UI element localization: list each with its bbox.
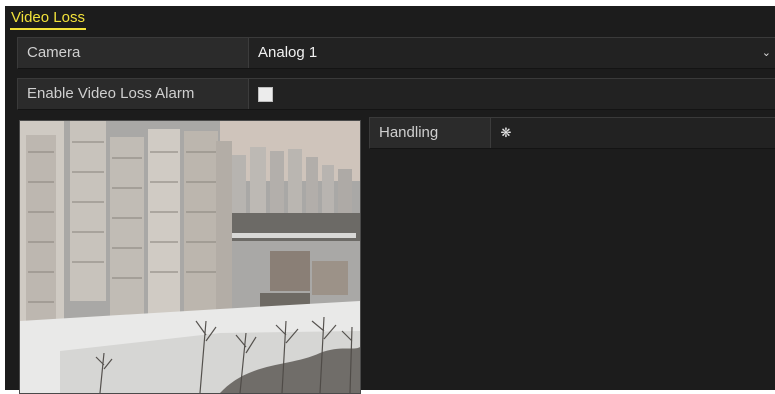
enable-alarm-field [248,79,775,109]
camera-row: Camera Analog 1 ⌄ [17,37,775,69]
enable-alarm-label: Enable Video Loss Alarm [18,79,249,109]
page-title: Video Loss [10,8,86,30]
camera-select[interactable]: Analog 1 ⌄ [248,38,775,68]
video-loss-panel: Video Loss Camera Analog 1 ⌄ Enable Vide… [5,6,775,394]
handling-field [520,118,775,148]
enable-alarm-row: Enable Video Loss Alarm [17,78,775,110]
camera-label: Camera [18,38,249,68]
handling-label: Handling [370,118,491,148]
enable-alarm-checkbox[interactable] [258,87,273,102]
chevron-down-icon: ⌄ [761,47,771,59]
preview-scene [20,121,360,393]
camera-select-value: Analog 1 [258,44,318,61]
handling-row: Handling ❋ [369,117,775,149]
camera-preview-image [19,120,361,394]
gear-icon[interactable]: ❋ [490,118,521,148]
